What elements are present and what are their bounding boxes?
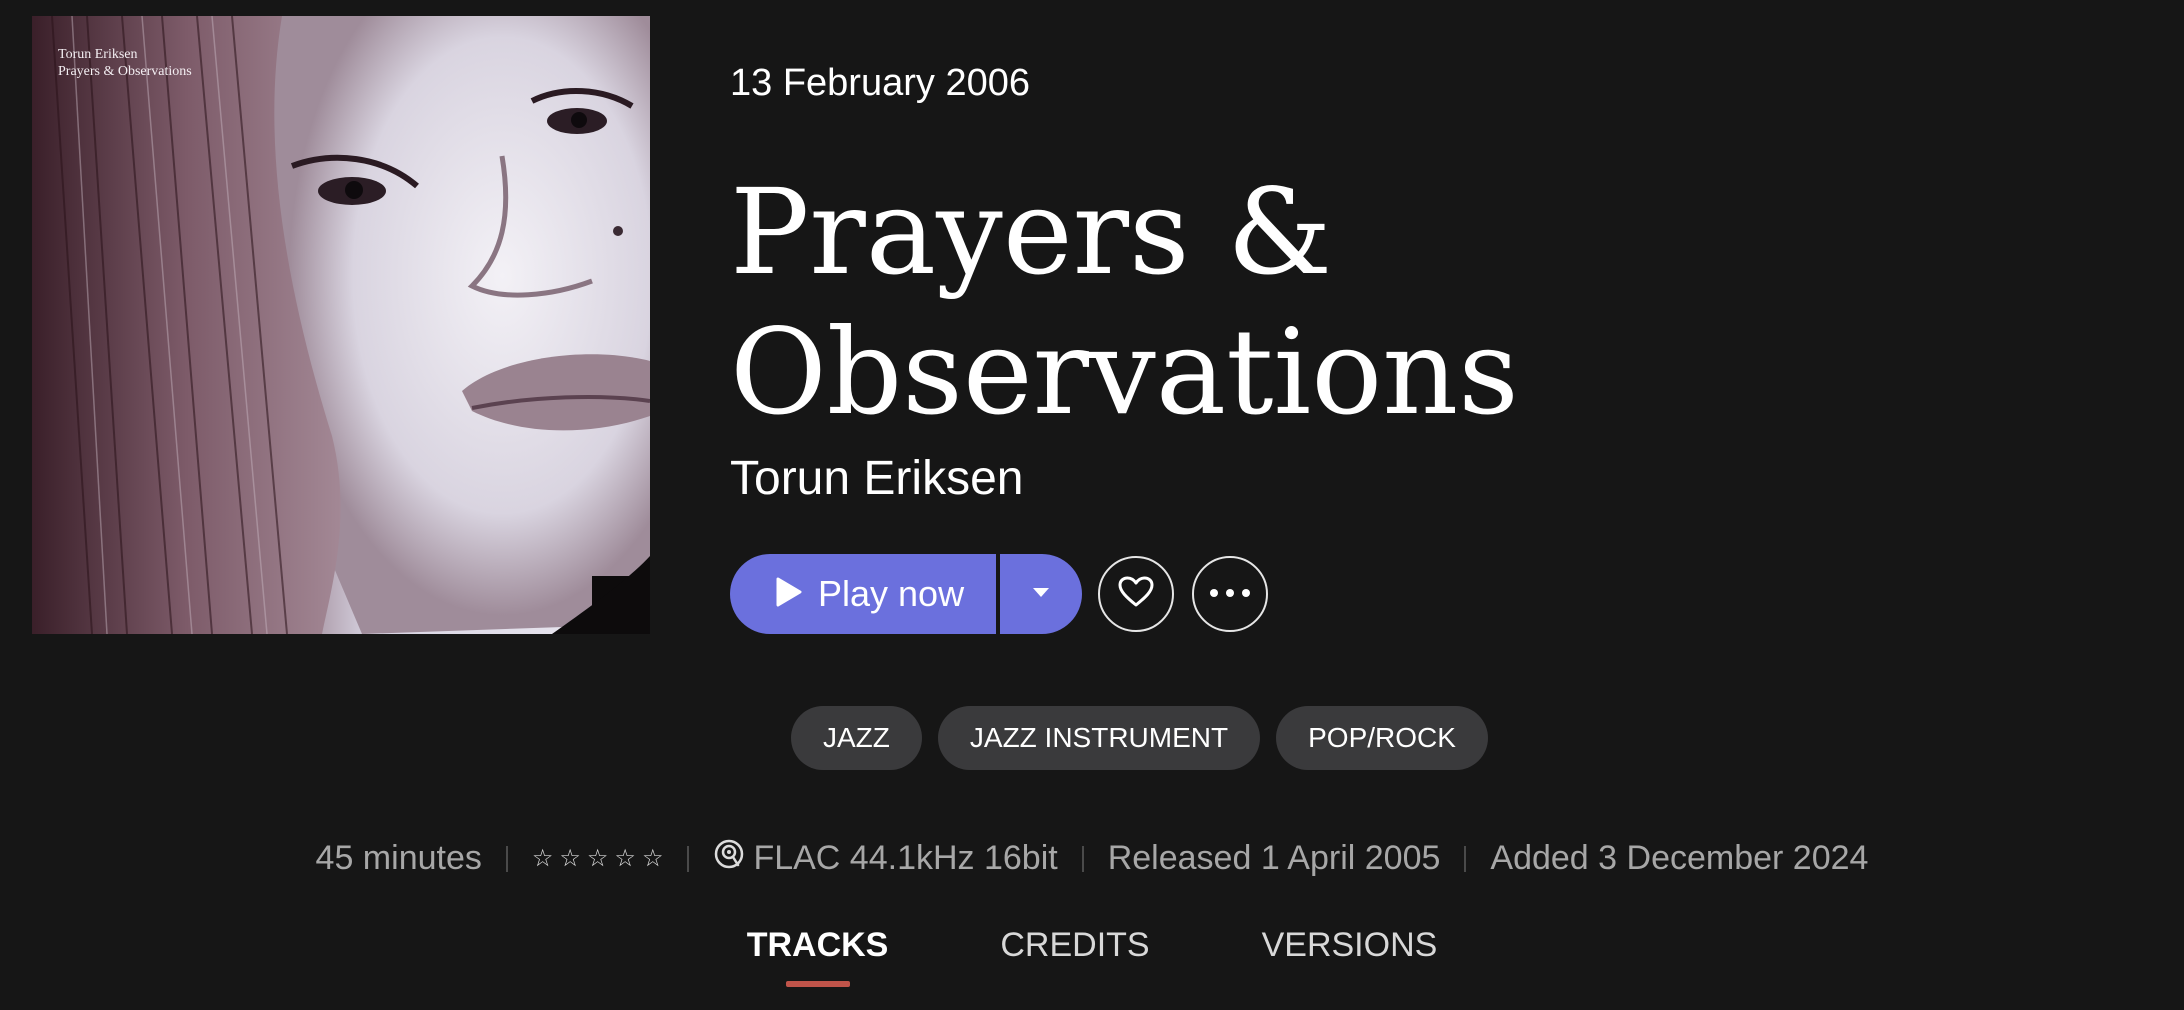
tab-tracks[interactable]: TRACKS xyxy=(747,926,888,987)
rating-stars[interactable]: ☆ ☆ ☆ ☆ ☆ xyxy=(532,846,664,871)
genre-list: JAZZ JAZZ INSTRUMENT POP/ROCK xyxy=(791,706,1488,770)
audio-quality-icon xyxy=(713,838,745,879)
tab-versions[interactable]: VERSIONS xyxy=(1262,926,1438,987)
album-title: Prayers & Observations xyxy=(730,162,1730,442)
meta-separator xyxy=(1464,845,1467,872)
play-icon xyxy=(776,577,802,612)
meta-separator xyxy=(505,845,508,872)
release-info: Released 1 April 2005 xyxy=(1107,839,1441,877)
star-icon[interactable]: ☆ xyxy=(587,846,609,871)
play-options-dropdown[interactable] xyxy=(1000,554,1082,634)
meta-separator xyxy=(1081,845,1084,872)
favorite-button[interactable] xyxy=(1098,556,1174,632)
cover-artist-text: Torun Eriksen xyxy=(58,47,138,62)
star-icon[interactable]: ☆ xyxy=(532,846,554,871)
star-icon[interactable]: ☆ xyxy=(614,846,636,871)
added-info: Added 3 December 2024 xyxy=(1490,839,1869,877)
release-date: 13 February 2006 xyxy=(730,62,1030,104)
play-button-group: Play now xyxy=(730,554,1082,634)
play-now-button[interactable]: Play now xyxy=(730,554,996,634)
heart-icon xyxy=(1118,576,1154,613)
album-meta-row: 45 minutes ☆ ☆ ☆ ☆ ☆ FLAC 44.1kHz 16bit … xyxy=(0,838,2184,879)
album-cover-image xyxy=(32,16,650,634)
star-icon[interactable]: ☆ xyxy=(559,846,581,871)
artist-name[interactable]: Torun Eriksen xyxy=(730,451,1023,506)
genre-chip-jazz-instrument[interactable]: JAZZ INSTRUMENT xyxy=(937,706,1261,770)
genre-chip-jazz[interactable]: JAZZ xyxy=(791,706,922,770)
album-actions: Play now xyxy=(730,554,1268,634)
cover-title-text: Prayers & Observations xyxy=(58,64,192,79)
audio-quality-text: FLAC 44.1kHz 16bit xyxy=(753,839,1058,877)
genre-chip-pop-rock[interactable]: POP/ROCK xyxy=(1276,706,1488,770)
star-icon[interactable]: ☆ xyxy=(642,846,664,871)
album-tabs: TRACKS CREDITS VERSIONS xyxy=(0,926,2184,987)
audio-quality: FLAC 44.1kHz 16bit xyxy=(713,838,1058,879)
album-cover-caption: Torun Eriksen Prayers & Observations xyxy=(58,46,192,80)
tab-credits[interactable]: CREDITS xyxy=(1000,926,1149,987)
ellipsis-icon xyxy=(1209,585,1251,603)
more-options-button[interactable] xyxy=(1192,556,1268,632)
play-now-label: Play now xyxy=(818,573,965,614)
caret-down-icon xyxy=(1032,585,1050,603)
album-duration: 45 minutes xyxy=(315,839,482,877)
album-title-line-1: Prayers & xyxy=(730,163,1333,301)
album-title-line-2: Observations xyxy=(730,303,1519,441)
meta-separator xyxy=(687,845,690,872)
album-cover[interactable]: Torun Eriksen Prayers & Observations xyxy=(32,16,650,634)
